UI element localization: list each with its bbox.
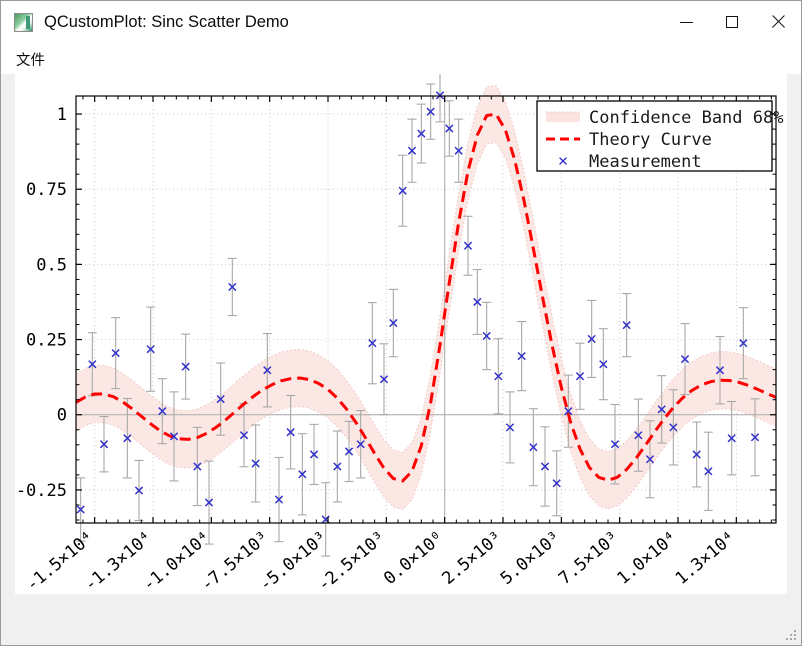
central-widget: 1 0.75 0.5 0.25 0 -0.25 -1.5×10⁴ -1.3×10⁴ -1.0×1…	[1, 74, 801, 645]
menu-bar: 文件	[1, 44, 801, 74]
x-tick-label: 0.0×10⁰	[380, 528, 448, 589]
y-tick-label: 1	[57, 105, 67, 125]
close-icon	[771, 15, 785, 29]
main-window: QCustomPlot: Sinc Scatter Demo 文件 1 0.75 0…	[0, 0, 802, 646]
close-button[interactable]	[755, 1, 801, 43]
legend-label: Measurement	[589, 152, 702, 172]
y-tick-label: 0.75	[26, 180, 67, 200]
legend: Confidence Band 68%Theory CurveMeasureme…	[536, 100, 783, 172]
y-tick-label: -0.25	[16, 481, 67, 501]
window-title: QCustomPlot: Sinc Scatter Demo	[44, 12, 289, 31]
qcustomplot-widget[interactable]: 1 0.75 0.5 0.25 0 -0.25 -1.5×10⁴ -1.3×10⁴ -1.0×1…	[15, 74, 787, 594]
x-tick-label: 1.0×10⁴	[613, 528, 681, 589]
legend-label: Confidence Band 68%	[589, 108, 783, 128]
minimize-button[interactable]	[663, 1, 709, 43]
resize-grip[interactable]	[785, 629, 798, 642]
app-icon	[14, 12, 33, 32]
maximize-button[interactable]	[709, 1, 755, 43]
maximize-icon	[726, 16, 738, 28]
x-tick-label: 1.3×10⁴	[672, 528, 740, 589]
x-tick-label: 5.0×10³	[497, 528, 565, 589]
x-tick-label: 2.5×10³	[438, 528, 506, 589]
y-tick-label: 0	[57, 406, 67, 426]
x-tick-label: 7.5×10³	[555, 528, 623, 589]
plot-canvas[interactable]: 10.750.50.250-0.25-1.5×10⁴-1.3×10⁴-1.0×1…	[15, 74, 787, 594]
window-controls	[663, 1, 801, 43]
menu-item-file[interactable]: 文件	[8, 46, 53, 73]
legend-label: Theory Curve	[589, 130, 712, 150]
legend-swatch-band	[546, 112, 580, 122]
minimize-icon	[679, 21, 693, 23]
y-tick-label: 0.5	[36, 255, 67, 275]
y-tick-label: 0.25	[26, 331, 67, 351]
title-bar: QCustomPlot: Sinc Scatter Demo	[1, 1, 801, 44]
